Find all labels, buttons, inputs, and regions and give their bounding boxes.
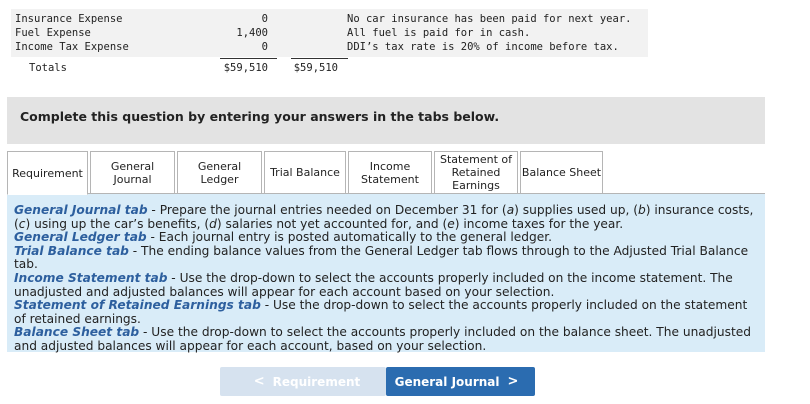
totals-credit: $59,510 [293, 62, 338, 74]
note: No car insurance has been paid for next … [347, 13, 632, 25]
note: All fuel is paid for in cash. [347, 27, 531, 39]
tab-trial-balance[interactable]: Trial Balance [264, 151, 346, 193]
note: DDI’s tax rate is 20% of income before t… [347, 41, 619, 53]
next-button-label: General Journal [394, 374, 500, 389]
instruction-general-journal: General Journal tab - Prepare the journa… [14, 203, 754, 231]
instruction-trial-balance: Trial Balance tab - The ending balance v… [14, 243, 749, 272]
row-label: Fuel Expense [15, 27, 91, 39]
totals-label: Totals [29, 62, 67, 74]
previous-button-label: Requirement [272, 374, 361, 389]
chevron-right-icon: > [507, 374, 519, 389]
banner-text: Complete this question by entering your … [20, 109, 500, 124]
trial-table: Insurance Expense 0 Fuel Expense 1,400 I… [11, 9, 648, 57]
instruction-income-statement: Income Statement tab - Use the drop-down… [14, 270, 733, 299]
tab-general-ledger[interactable]: General Ledger [177, 151, 262, 193]
tab-label: General Ledger [197, 159, 242, 186]
tab-label: General Journal [110, 159, 155, 186]
row-label: Income Tax Expense [15, 41, 129, 53]
totals-rule [220, 58, 277, 59]
totals-debit: $59,510 [223, 62, 268, 74]
row-label: Insurance Expense [15, 13, 123, 25]
instruction-banner: Complete this question by entering your … [7, 97, 765, 144]
tab-requirement[interactable]: Requirement [7, 151, 88, 195]
tab-balance-sheet[interactable]: Balance Sheet [520, 151, 603, 193]
tab-label: Balance Sheet [521, 166, 602, 179]
row-debit: 0 [261, 13, 268, 25]
row-debit: 1,400 [236, 27, 268, 39]
instructions-panel: General Journal tab - Prepare the journa… [7, 194, 765, 353]
totals-rule [291, 58, 348, 59]
tab-label: Trial Balance [270, 166, 340, 179]
tab-income-statement[interactable]: Income Statement [348, 151, 432, 193]
next-button[interactable]: General Journal > [386, 367, 535, 396]
instruction-general-ledger: General Ledger tab - Each journal entry … [14, 230, 552, 245]
row-debit: 0 [261, 41, 268, 53]
tab-general-journal[interactable]: General Journal [90, 151, 175, 193]
instruction-retained-earnings: Statement of Retained Earnings tab - Use… [14, 298, 748, 326]
tab-label: Requirement [12, 166, 83, 180]
tab-label: Income Statement [361, 159, 419, 186]
chevron-left-icon: < [253, 374, 265, 389]
instruction-balance-sheet: Balance Sheet tab - Use the drop-down to… [14, 325, 751, 353]
tab-label: Statement of Retained Earnings [440, 153, 512, 192]
previous-button[interactable]: < Requirement [220, 367, 386, 396]
tab-statement-of-retained-earnings[interactable]: Statement of Retained Earnings [434, 151, 518, 193]
totals-row: Totals $59,510 $59,510 [11, 58, 648, 78]
